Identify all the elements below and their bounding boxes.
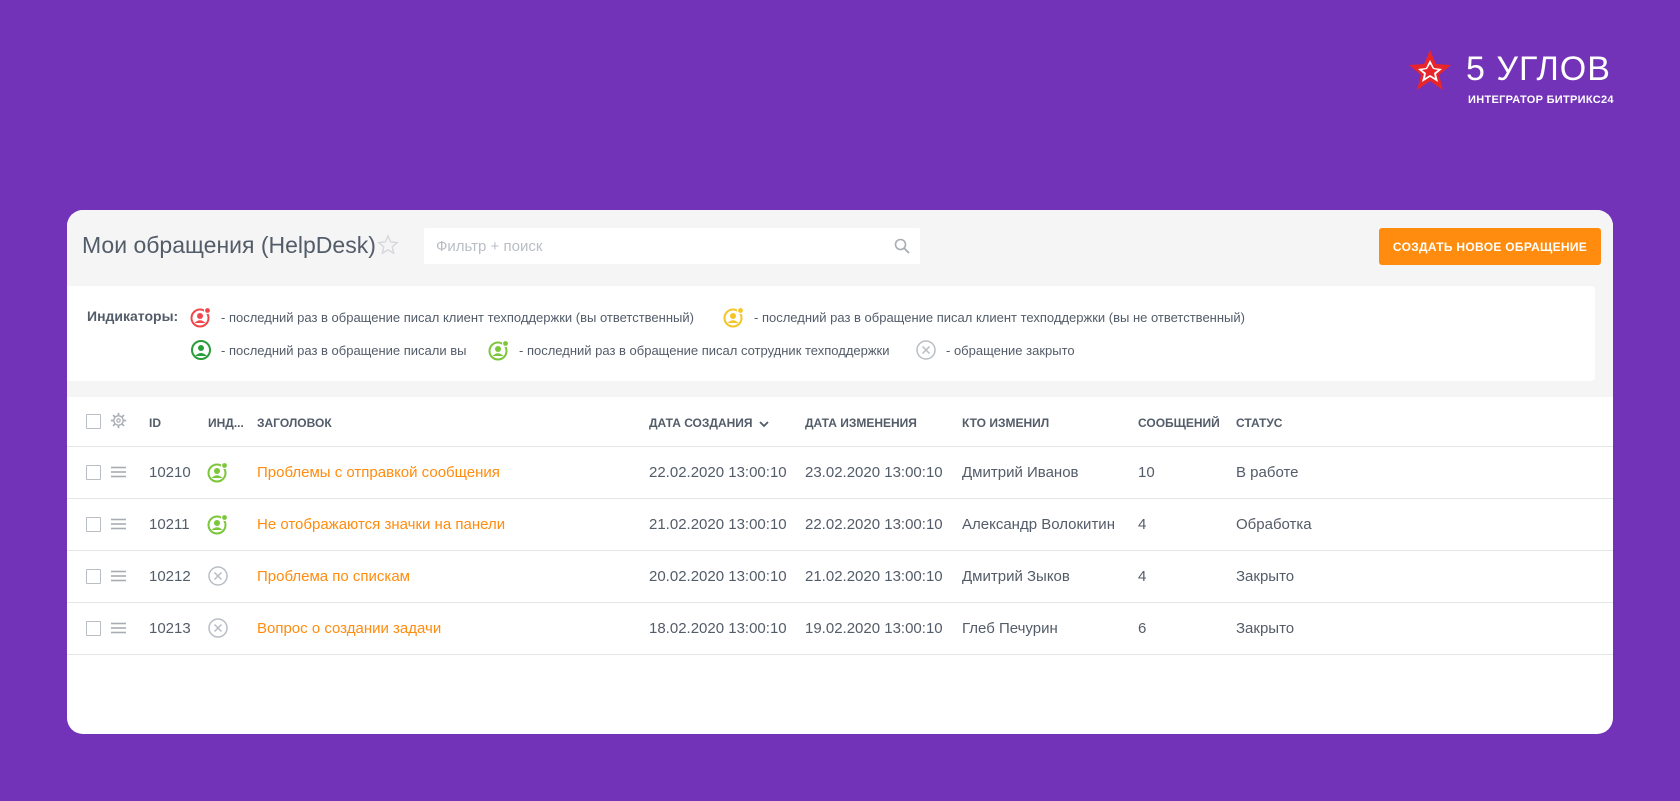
select-all-checkbox[interactable]	[86, 414, 101, 429]
row-checkbox[interactable]	[86, 517, 101, 532]
favorite-star-icon[interactable]	[377, 234, 399, 256]
search-box	[424, 228, 920, 264]
row-title-link[interactable]: Не отображаются значки на панели	[257, 516, 505, 533]
row-checkbox[interactable]	[86, 465, 101, 480]
lightgreen-user-icon	[207, 461, 229, 483]
green-user-icon	[191, 340, 211, 360]
table-header: ID ИНД... ЗАГОЛОВОК ДАТА СОЗДАНИЯ ДАТА И…	[67, 397, 1613, 447]
helpdesk-card: Мои обращения (HelpDesk) СОЗДАТЬ НОВОЕ О…	[67, 210, 1613, 734]
row-status: Обработка	[1236, 516, 1312, 533]
row-title-link[interactable]: Проблема по спискам	[257, 568, 410, 585]
brand-logo: 5 УГЛОВ ИНТЕГРАТОР БИТРИКС24	[1408, 48, 1614, 108]
legend-text: - последний раз в обращение писал сотруд…	[519, 343, 890, 358]
row-created: 18.02.2020 13:00:10	[649, 620, 787, 637]
search-icon[interactable]	[894, 238, 910, 254]
row-created: 21.02.2020 13:00:10	[649, 516, 787, 533]
row-modified: 22.02.2020 13:00:10	[805, 516, 943, 533]
red-user-icon	[190, 306, 212, 328]
column-status[interactable]: СТАТУС	[1236, 416, 1282, 430]
tickets-table: ID ИНД... ЗАГОЛОВОК ДАТА СОЗДАНИЯ ДАТА И…	[67, 397, 1613, 655]
row-id: 10210	[149, 464, 191, 481]
row-changed-by: Глеб Печурин	[962, 620, 1058, 637]
yellow-user-icon	[723, 306, 745, 328]
row-id: 10213	[149, 620, 191, 637]
row-menu-icon[interactable]	[111, 570, 126, 582]
page-title: Мои обращения (HelpDesk)	[82, 232, 376, 258]
row-status: В работе	[1236, 464, 1299, 481]
closed-icon	[208, 566, 228, 586]
row-modified: 19.02.2020 13:00:10	[805, 620, 943, 637]
sort-desc-icon	[758, 421, 769, 428]
table-row[interactable]: 10212 Проблема по спискам 20.02.2020 13:…	[67, 551, 1613, 603]
lightgreen-user-icon	[207, 513, 229, 535]
column-title[interactable]: ЗАГОЛОВОК	[257, 416, 332, 430]
row-changed-by: Дмитрий Иванов	[962, 464, 1079, 481]
legend-text: - последний раз в обращение писал клиент…	[221, 310, 694, 325]
column-modified[interactable]: ДАТА ИЗМЕНЕНИЯ	[805, 416, 917, 430]
brand-name: 5 УГЛОВ	[1466, 50, 1611, 88]
row-title-link[interactable]: Проблемы с отправкой сообщения	[257, 464, 500, 481]
column-id[interactable]: ID	[149, 416, 161, 430]
closed-icon	[208, 618, 228, 638]
table-row[interactable]: 10211 Не отображаются значки на панели 2…	[67, 499, 1613, 551]
row-changed-by: Александр Волокитин	[962, 516, 1115, 533]
table-row[interactable]: 10210 Проблемы с отправкой сообщения 22.…	[67, 447, 1613, 499]
legend-text: - последний раз в обращение писал клиент…	[754, 310, 1245, 325]
gear-icon[interactable]	[110, 412, 127, 429]
star-logo-icon	[1409, 50, 1451, 90]
row-menu-icon[interactable]	[111, 466, 126, 478]
row-messages: 4	[1138, 516, 1147, 533]
column-created[interactable]: ДАТА СОЗДАНИЯ	[649, 416, 769, 430]
legend-text: - обращение закрыто	[946, 343, 1075, 358]
column-indicator[interactable]: ИНД...	[208, 416, 244, 430]
row-created: 22.02.2020 13:00:10	[649, 464, 787, 481]
create-ticket-button[interactable]: СОЗДАТЬ НОВОЕ ОБРАЩЕНИЕ	[1379, 228, 1601, 265]
toolbar: Мои обращения (HelpDesk) СОЗДАТЬ НОВОЕ О…	[67, 210, 1613, 397]
search-input[interactable]	[424, 228, 894, 264]
indicators-label: Индикаторы:	[87, 308, 179, 324]
row-messages: 4	[1138, 568, 1147, 585]
brand-subtitle: ИНТЕГРАТОР БИТРИКС24	[1468, 94, 1614, 106]
indicators-legend: Индикаторы: - последний раз в обращение …	[67, 286, 1595, 381]
row-id: 10212	[149, 568, 191, 585]
row-status: Закрыто	[1236, 620, 1295, 637]
column-messages[interactable]: СООБЩЕНИЙ	[1138, 416, 1220, 430]
row-checkbox[interactable]	[86, 621, 101, 636]
row-changed-by: Дмитрий Зыков	[962, 568, 1070, 585]
row-menu-icon[interactable]	[111, 518, 126, 530]
row-messages: 6	[1138, 620, 1147, 637]
row-id: 10211	[149, 516, 190, 533]
closed-icon	[916, 340, 936, 360]
row-modified: 21.02.2020 13:00:10	[805, 568, 943, 585]
row-status: Закрыто	[1236, 568, 1295, 585]
lightgreen-user-icon	[488, 339, 510, 361]
row-title-link[interactable]: Вопрос о создании задачи	[257, 620, 441, 637]
legend-text: - последний раз в обращение писали вы	[221, 343, 467, 358]
row-created: 20.02.2020 13:00:10	[649, 568, 787, 585]
row-modified: 23.02.2020 13:00:10	[805, 464, 943, 481]
row-menu-icon[interactable]	[111, 622, 126, 634]
row-messages: 10	[1138, 464, 1155, 481]
row-checkbox[interactable]	[86, 569, 101, 584]
table-row[interactable]: 10213 Вопрос о создании задачи 18.02.202…	[67, 603, 1613, 655]
column-created-label: ДАТА СОЗДАНИЯ	[649, 416, 753, 430]
column-changed-by[interactable]: КТО ИЗМЕНИЛ	[962, 416, 1049, 430]
